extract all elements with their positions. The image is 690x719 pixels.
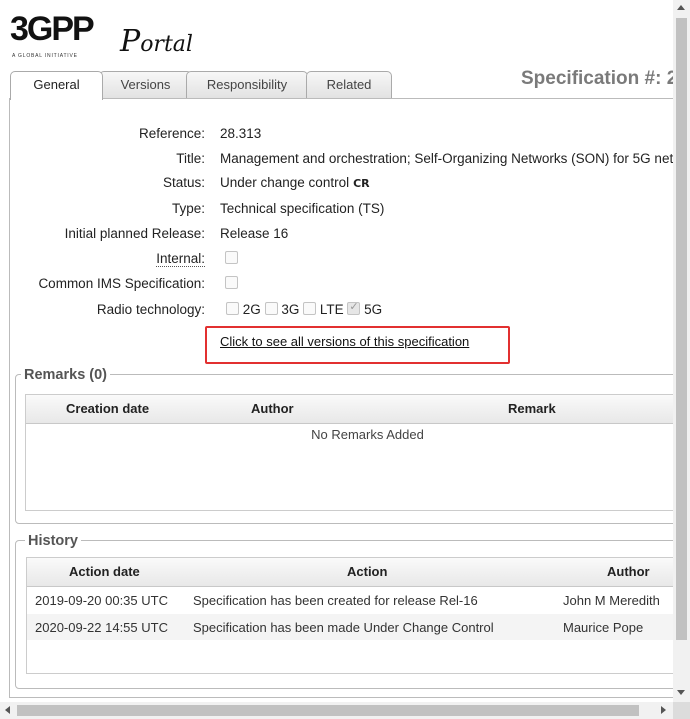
checkbox-2g[interactable] xyxy=(226,302,239,315)
history-legend: History xyxy=(25,533,81,549)
status-value-wrap: Under change control CR xyxy=(220,175,370,190)
horizontal-scroll-thumb[interactable] xyxy=(17,705,639,716)
reference-label: Reference: xyxy=(138,126,205,141)
history-row-author: Maurice Pope xyxy=(563,620,644,635)
release-row: Initial planned Release: Release 16 xyxy=(0,226,690,246)
history-col-author[interactable]: Author xyxy=(607,564,650,579)
title-value: Management and orchestration; Self-Organ… xyxy=(220,151,673,166)
remarks-grid: Creation date Author Remark No Remarks A… xyxy=(25,394,685,511)
status-label: Status: xyxy=(162,175,205,190)
radio-technology-options: 2G 3G LTE 5G xyxy=(226,300,383,317)
type-row: Type: Technical specification (TS) xyxy=(0,201,690,221)
history-col-action-date[interactable]: Action date xyxy=(69,564,140,579)
label-3g: 3G xyxy=(281,302,300,317)
history-row-action: Specification has been created for relea… xyxy=(193,593,478,608)
history-col-action[interactable]: Action xyxy=(347,564,387,579)
ims-checkbox[interactable] xyxy=(225,276,238,289)
reference-row: Reference: 28.313 xyxy=(0,126,690,146)
remarks-legend: Remarks (0) xyxy=(21,367,111,383)
label-5g: 5G xyxy=(364,302,383,317)
tab-versions[interactable]: Versions xyxy=(99,71,192,98)
internal-label: Internal: xyxy=(156,251,205,267)
remarks-col-creation-date[interactable]: Creation date xyxy=(66,401,149,416)
ims-row: Common IMS Specification: xyxy=(0,276,690,296)
status-row: Status: Under change control CR xyxy=(0,175,690,195)
type-value: Technical specification (TS) xyxy=(220,201,385,216)
scroll-right-icon[interactable] xyxy=(661,706,666,714)
horizontal-scrollbar[interactable] xyxy=(0,702,673,719)
reference-value: 28.313 xyxy=(220,126,262,141)
checkbox-lte[interactable] xyxy=(303,302,317,315)
vertical-scrollbar[interactable] xyxy=(673,0,690,703)
ims-label: Common IMS Specification: xyxy=(38,276,205,291)
cr-badge: CR xyxy=(353,177,370,190)
release-label: Initial planned Release: xyxy=(64,226,205,241)
scroll-down-icon[interactable] xyxy=(677,690,685,695)
scroll-up-icon[interactable] xyxy=(677,5,685,10)
remarks-empty-message: No Remarks Added xyxy=(311,427,424,442)
history-grid-header: Action date Action Author xyxy=(27,558,685,587)
internal-row: Internal: xyxy=(0,251,690,271)
portal-logo-initial: P xyxy=(120,24,141,59)
all-versions-link[interactable]: Click to see all versions of this specif… xyxy=(220,334,469,349)
remarks-grid-header: Creation date Author Remark xyxy=(26,395,684,424)
history-row-author: John M Meredith xyxy=(563,593,660,608)
internal-value xyxy=(225,251,238,266)
status-value: Under change control xyxy=(220,175,350,190)
radio-technology-label: Radio technology: xyxy=(96,302,205,317)
history-row-action: Specification has been made Under Change… xyxy=(193,620,494,635)
remarks-col-author[interactable]: Author xyxy=(251,401,294,416)
title-row: Title: Management and orchestration; Sel… xyxy=(0,151,690,171)
tab-related[interactable]: Related xyxy=(306,71,392,98)
3gpp-logo[interactable]: 3GPP A GLOBAL INITIATIVE xyxy=(10,12,96,62)
history-row: 2020-09-22 14:55 UTC Specification has b… xyxy=(27,614,685,640)
internal-checkbox[interactable] xyxy=(225,251,238,264)
portal-logo-rest: ortal xyxy=(140,32,193,57)
logo-text: 3GPP xyxy=(10,10,95,48)
specification-title: Specification #: 2 xyxy=(521,68,678,89)
scroll-left-icon[interactable] xyxy=(5,706,10,714)
history-grid: Action date Action Author 2019-09-20 00:… xyxy=(26,557,686,674)
history-row-date: 2020-09-22 14:55 UTC xyxy=(35,620,168,635)
remarks-col-remark[interactable]: Remark xyxy=(508,401,556,416)
tab-responsibility[interactable]: Responsibility xyxy=(186,71,308,98)
title-label: Title: xyxy=(176,151,205,166)
label-lte: LTE xyxy=(319,302,344,317)
radio-technology-row: Radio technology: 2G 3G LTE 5G xyxy=(0,300,690,322)
scrollbar-corner xyxy=(673,702,690,719)
history-row-date: 2019-09-20 00:35 UTC xyxy=(35,593,168,608)
history-row: 2019-09-20 00:35 UTC Specification has b… xyxy=(27,587,685,613)
label-2g: 2G xyxy=(242,302,261,317)
checkbox-5g[interactable] xyxy=(347,300,361,315)
checkbox-3g[interactable] xyxy=(264,302,278,315)
tab-general[interactable]: General xyxy=(10,71,103,100)
release-value: Release 16 xyxy=(220,226,289,241)
type-label: Type: xyxy=(171,201,205,216)
ims-value xyxy=(225,276,238,291)
vertical-scroll-thumb[interactable] xyxy=(676,18,687,640)
portal-logo[interactable]: Portal xyxy=(120,24,193,59)
logo-tagline: A GLOBAL INITIATIVE xyxy=(12,53,78,59)
